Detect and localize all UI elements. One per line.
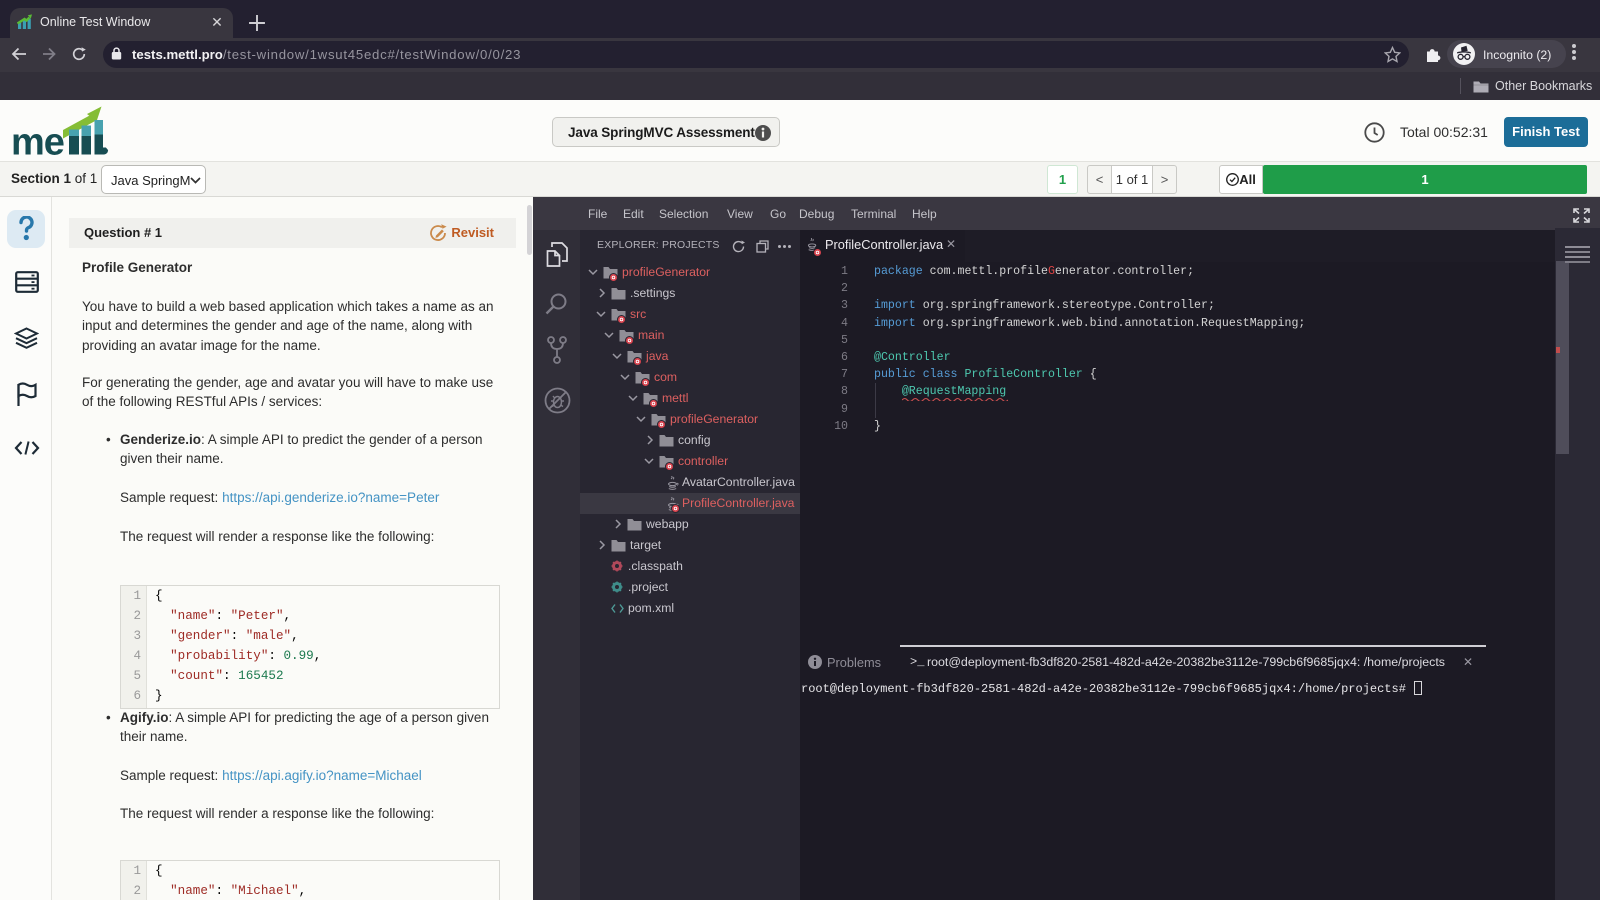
svg-text:me: me <box>11 122 64 161</box>
